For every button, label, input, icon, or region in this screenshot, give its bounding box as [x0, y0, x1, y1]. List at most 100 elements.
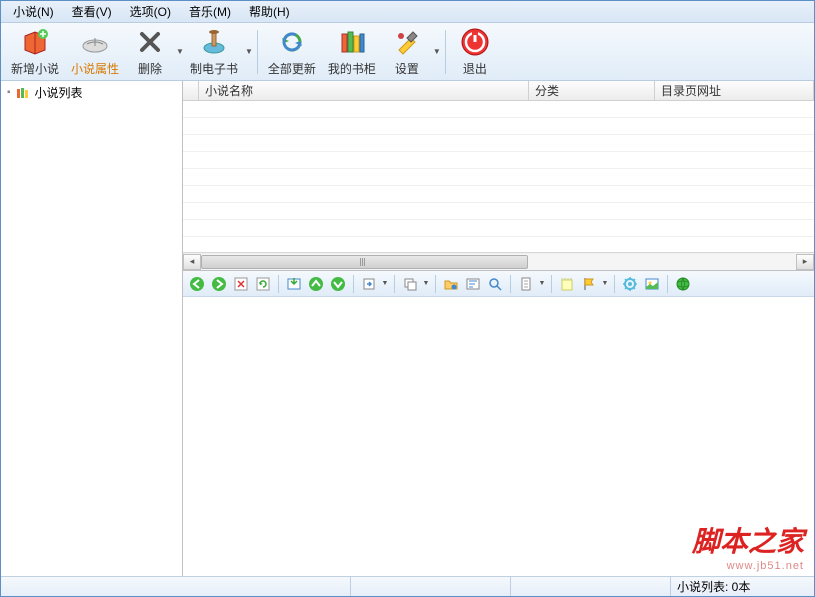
image-button[interactable] [642, 274, 662, 294]
toolbar-separator [435, 275, 436, 293]
content-area: 小说名称 分类 目录页网址 ◂ [183, 81, 814, 576]
settings-label: 设置 [395, 60, 419, 77]
add-novel-button[interactable]: 新增小说 [5, 25, 65, 79]
gear-button[interactable] [620, 274, 640, 294]
scroll-left-button[interactable]: ◂ [183, 254, 201, 270]
export-button[interactable] [359, 274, 379, 294]
watermark-url: www.jb51.net [692, 560, 804, 572]
move-down-button[interactable] [328, 274, 348, 294]
flag-button[interactable] [579, 274, 599, 294]
toolbar-separator [394, 275, 395, 293]
table-body[interactable] [183, 101, 814, 252]
notes-button[interactable] [557, 274, 577, 294]
delete-button[interactable]: 删除 [125, 25, 175, 79]
detail-toolbar: ▼ ▼ ▼ ▼ [183, 271, 814, 297]
properties-button[interactable]: 小说属性 [65, 25, 125, 79]
tree-root-item[interactable]: ▪ 小说列表 [3, 83, 180, 102]
refresh-icon [276, 26, 308, 58]
novel-table: 小说名称 分类 目录页网址 ◂ [183, 81, 814, 271]
menu-novel[interactable]: 小说(N) [5, 1, 62, 22]
detail-panel: 脚本之家 www.jb51.net [183, 297, 814, 576]
toolbar-separator [510, 275, 511, 293]
update-all-button[interactable]: 全部更新 [262, 25, 322, 79]
table-row [183, 101, 814, 118]
export-dropdown[interactable]: ▼ [381, 280, 389, 287]
scroll-right-button[interactable]: ▸ [796, 254, 814, 270]
table-row [183, 186, 814, 203]
books-icon [336, 26, 368, 58]
sidebar: ▪ 小说列表 [1, 81, 183, 576]
document-dropdown[interactable]: ▼ [538, 280, 546, 287]
copy-dropdown[interactable]: ▼ [422, 280, 430, 287]
watermark: 脚本之家 www.jb51.net [692, 520, 804, 572]
exit-button[interactable]: 退出 [450, 25, 500, 79]
delete-label: 删除 [138, 60, 162, 77]
table-row [183, 135, 814, 152]
toolbar-separator [551, 275, 552, 293]
table-header: 小说名称 分类 目录页网址 [183, 81, 814, 101]
menu-view[interactable]: 查看(V) [64, 1, 120, 22]
table-row [183, 220, 814, 237]
toolbar-separator [667, 275, 668, 293]
nav-forward-button[interactable] [209, 274, 229, 294]
globe-button[interactable] [673, 274, 693, 294]
delete-dropdown[interactable]: ▼ [176, 47, 184, 56]
menu-music[interactable]: 音乐(M) [181, 1, 239, 22]
table-row [183, 203, 814, 220]
toolbar-separator [353, 275, 354, 293]
tree-root-label: 小说列表 [35, 84, 83, 101]
status-cell-1 [1, 577, 351, 596]
book-plus-icon [19, 26, 51, 58]
brush-icon [198, 26, 230, 58]
statusbar: 小说列表: 0本 [1, 576, 814, 596]
tools-icon [391, 26, 423, 58]
column-name[interactable]: 小说名称 [199, 81, 529, 100]
exit-label: 退出 [463, 60, 487, 77]
make-ebook-label: 制电子书 [190, 60, 238, 77]
status-cell-2 [351, 577, 511, 596]
toolbar-separator [445, 30, 446, 74]
bookshelf-button[interactable]: 我的书柜 [322, 25, 382, 79]
table-header-spacer [183, 81, 199, 100]
add-novel-label: 新增小说 [11, 60, 59, 77]
toolbar-separator [257, 30, 258, 74]
table-row [183, 169, 814, 186]
menu-options[interactable]: 选项(O) [122, 1, 179, 22]
bookshelf-tree-icon [15, 85, 31, 101]
make-ebook-dropdown[interactable]: ▼ [245, 47, 253, 56]
horizontal-scrollbar[interactable]: ◂ ▸ [183, 252, 814, 270]
search-button[interactable] [485, 274, 505, 294]
reload-button[interactable] [253, 274, 273, 294]
make-ebook-button[interactable]: 制电子书 [184, 25, 244, 79]
main-area: ▪ 小说列表 小说名称 分类 目录页网址 [1, 81, 814, 576]
power-icon [459, 26, 491, 58]
menu-help[interactable]: 帮助(H) [241, 1, 298, 22]
bookshelf-label: 我的书柜 [328, 60, 376, 77]
table-row [183, 237, 814, 252]
menubar: 小说(N) 查看(V) 选项(O) 音乐(M) 帮助(H) [1, 1, 814, 23]
x-icon [134, 26, 166, 58]
move-up-button[interactable] [306, 274, 326, 294]
settings-dropdown[interactable]: ▼ [433, 47, 441, 56]
stop-button[interactable] [231, 274, 251, 294]
scroll-thumb[interactable] [201, 255, 528, 269]
column-toc-url[interactable]: 目录页网址 [655, 81, 814, 100]
column-category[interactable]: 分类 [529, 81, 655, 100]
status-cell-3 [511, 577, 671, 596]
nav-back-button[interactable] [187, 274, 207, 294]
table-row [183, 152, 814, 169]
status-novel-count: 小说列表: 0本 [671, 577, 814, 596]
scroll-track[interactable] [201, 254, 796, 270]
book-open-icon [79, 26, 111, 58]
folder-button[interactable] [441, 274, 461, 294]
toolbar-separator [278, 275, 279, 293]
watermark-title: 脚本之家 [692, 520, 804, 560]
tree-toggle-icon: ▪ [7, 87, 11, 98]
import-button[interactable] [284, 274, 304, 294]
document-button[interactable] [516, 274, 536, 294]
filter-button[interactable] [463, 274, 483, 294]
table-row [183, 118, 814, 135]
flag-dropdown[interactable]: ▼ [601, 280, 609, 287]
settings-button[interactable]: 设置 [382, 25, 432, 79]
copy-button[interactable] [400, 274, 420, 294]
